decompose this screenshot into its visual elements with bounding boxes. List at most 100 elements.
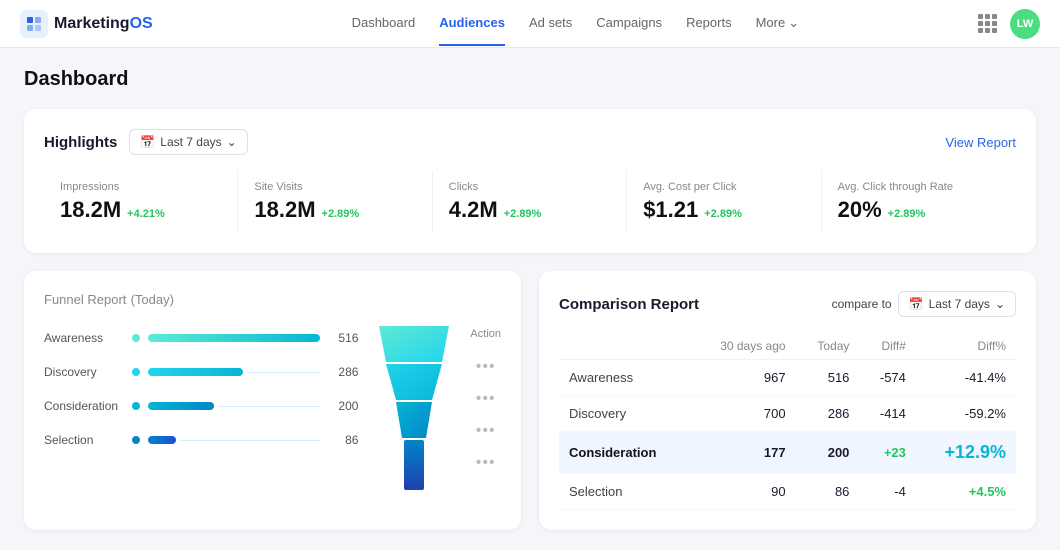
table-header-row: 30 days ago Today Diff# Diff% bbox=[559, 333, 1016, 360]
funnel-title: Funnel Report (Today) bbox=[44, 291, 501, 308]
bottom-section: Funnel Report (Today) Awareness 516 D bbox=[24, 271, 1036, 530]
metric-sitevisits: Site Visits 18.2M +2.89% bbox=[238, 171, 432, 233]
metric-ctr: Avg. Click through Rate 20% +2.89% bbox=[822, 171, 1016, 233]
metric-sitevisits-label: Site Visits bbox=[254, 181, 415, 193]
table-row-awareness: Awareness 967 516 -574 -41.4% bbox=[559, 360, 1016, 396]
nav-adsets[interactable]: Ad sets bbox=[529, 1, 572, 46]
col-header-today: Today bbox=[796, 333, 860, 360]
chevron-down-icon: ⌄ bbox=[227, 135, 237, 149]
funnel-dot-selection bbox=[132, 436, 140, 444]
funnel-count-consideration: 200 bbox=[328, 399, 358, 413]
page-title: Dashboard bbox=[24, 68, 1036, 91]
nav-audiences[interactable]: Audiences bbox=[439, 1, 505, 46]
metric-clicks: Clicks 4.2M +2.89% bbox=[433, 171, 627, 233]
highlights-header: Highlights 📅 Last 7 days ⌄ View Report bbox=[44, 129, 1016, 155]
date-filter-button[interactable]: 📅 Last 7 days ⌄ bbox=[129, 129, 247, 155]
metric-ctr-value: 20% +2.89% bbox=[838, 197, 1000, 223]
metric-clicks-badge: +2.89% bbox=[504, 208, 542, 220]
row-diffp-discovery: -59.2% bbox=[916, 396, 1016, 432]
metric-impressions-label: Impressions bbox=[60, 181, 221, 193]
metrics-grid: Impressions 18.2M +4.21% Site Visits 18.… bbox=[44, 171, 1016, 233]
row-today-selection: 86 bbox=[796, 474, 860, 510]
comparison-table: 30 days ago Today Diff# Diff% Awareness … bbox=[559, 333, 1016, 510]
metric-impressions: Impressions 18.2M +4.21% bbox=[44, 171, 238, 233]
logo-icon bbox=[20, 10, 48, 38]
row-label-discovery: Discovery bbox=[559, 396, 691, 432]
calendar-icon: 📅 bbox=[140, 135, 155, 149]
nav-more[interactable]: More ⌄ bbox=[756, 1, 800, 47]
col-header-30days: 30 days ago bbox=[691, 333, 796, 360]
comparison-date-label: Last 7 days bbox=[929, 297, 990, 311]
grid-icon[interactable] bbox=[978, 14, 998, 34]
col-header-label bbox=[559, 333, 691, 360]
row-today-consideration: 200 bbox=[796, 432, 860, 474]
comparison-header: Comparison Report compare to 📅 Last 7 da… bbox=[559, 291, 1016, 317]
row-30days-awareness: 967 bbox=[691, 360, 796, 396]
row-diffn-selection: -4 bbox=[859, 474, 915, 510]
row-diffn-awareness: -574 bbox=[859, 360, 915, 396]
row-30days-discovery: 700 bbox=[691, 396, 796, 432]
metric-impressions-badge: +4.21% bbox=[127, 208, 165, 220]
nav-campaigns[interactable]: Campaigns bbox=[596, 1, 662, 46]
metric-sitevisits-value: 18.2M +2.89% bbox=[254, 197, 415, 223]
row-diffn-discovery: -414 bbox=[859, 396, 915, 432]
metric-ctr-label: Avg. Click through Rate bbox=[838, 181, 1000, 193]
row-diffp-awareness: -41.4% bbox=[916, 360, 1016, 396]
logo[interactable]: MarketingOS bbox=[20, 10, 153, 38]
navigation: MarketingOS Dashboard Audiences Ad sets … bbox=[0, 0, 1060, 48]
row-label-selection: Selection bbox=[559, 474, 691, 510]
funnel-label-awareness: Awareness bbox=[44, 331, 124, 345]
action-dots-discovery[interactable]: ••• bbox=[476, 390, 496, 408]
user-avatar[interactable]: LW bbox=[1010, 9, 1040, 39]
metric-sitevisits-badge: +2.89% bbox=[322, 208, 360, 220]
comparison-card: Comparison Report compare to 📅 Last 7 da… bbox=[539, 271, 1036, 530]
row-today-discovery: 286 bbox=[796, 396, 860, 432]
nav-reports[interactable]: Reports bbox=[686, 1, 732, 46]
row-30days-selection: 90 bbox=[691, 474, 796, 510]
metric-ctr-badge: +2.89% bbox=[888, 208, 926, 220]
nav-links: Dashboard Audiences Ad sets Campaigns Re… bbox=[205, 1, 946, 47]
calendar-icon-2: 📅 bbox=[909, 297, 924, 311]
funnel-svg bbox=[374, 326, 454, 506]
funnel-bar-awareness bbox=[148, 334, 320, 342]
funnel-dot-consideration bbox=[132, 402, 140, 410]
compare-label: compare to bbox=[832, 297, 892, 311]
table-row-selection: Selection 90 86 -4 +4.5% bbox=[559, 474, 1016, 510]
comparison-date-filter[interactable]: 📅 Last 7 days ⌄ bbox=[898, 291, 1016, 317]
row-diffn-consideration: +23 bbox=[859, 432, 915, 474]
action-dots-selection[interactable]: ••• bbox=[476, 454, 496, 472]
nav-right: LW bbox=[978, 9, 1040, 39]
funnel-bar-discovery bbox=[148, 368, 243, 376]
compare-filter: compare to 📅 Last 7 days ⌄ bbox=[832, 291, 1016, 317]
col-header-diffp: Diff% bbox=[916, 333, 1016, 360]
funnel-row-selection: Selection 86 bbox=[44, 430, 358, 450]
funnel-count-awareness: 516 bbox=[328, 331, 358, 345]
funnel-count-discovery: 286 bbox=[328, 365, 358, 379]
row-label-awareness: Awareness bbox=[559, 360, 691, 396]
row-today-awareness: 516 bbox=[796, 360, 860, 396]
funnel-dot-discovery bbox=[132, 368, 140, 376]
metric-clicks-value: 4.2M +2.89% bbox=[449, 197, 610, 223]
funnel-label-consideration: Consideration bbox=[44, 399, 124, 413]
funnel-row-consideration: Consideration 200 bbox=[44, 396, 358, 416]
metric-impressions-value: 18.2M +4.21% bbox=[60, 197, 221, 223]
funnel-dot-awareness bbox=[132, 334, 140, 342]
view-report-link[interactable]: View Report bbox=[945, 135, 1016, 150]
metric-cpc-label: Avg. Cost per Click bbox=[643, 181, 804, 193]
metric-clicks-label: Clicks bbox=[449, 181, 610, 193]
table-row-discovery: Discovery 700 286 -414 -59.2% bbox=[559, 396, 1016, 432]
comparison-title: Comparison Report bbox=[559, 296, 699, 313]
row-30days-consideration: 177 bbox=[691, 432, 796, 474]
nav-dashboard[interactable]: Dashboard bbox=[352, 1, 416, 46]
highlights-card: Highlights 📅 Last 7 days ⌄ View Report I… bbox=[24, 109, 1036, 253]
action-dots-awareness[interactable]: ••• bbox=[476, 358, 496, 376]
action-dots-consideration[interactable]: ••• bbox=[476, 422, 496, 440]
col-header-diffn: Diff# bbox=[859, 333, 915, 360]
funnel-label-discovery: Discovery bbox=[44, 365, 124, 379]
action-header: Action bbox=[470, 328, 501, 340]
funnel-bar-consideration bbox=[148, 402, 214, 410]
highlights-left: Highlights 📅 Last 7 days ⌄ bbox=[44, 129, 248, 155]
metric-cpc: Avg. Cost per Click $1.21 +2.89% bbox=[627, 171, 821, 233]
row-label-consideration: Consideration bbox=[559, 432, 691, 474]
funnel-row-awareness: Awareness 516 bbox=[44, 328, 358, 348]
